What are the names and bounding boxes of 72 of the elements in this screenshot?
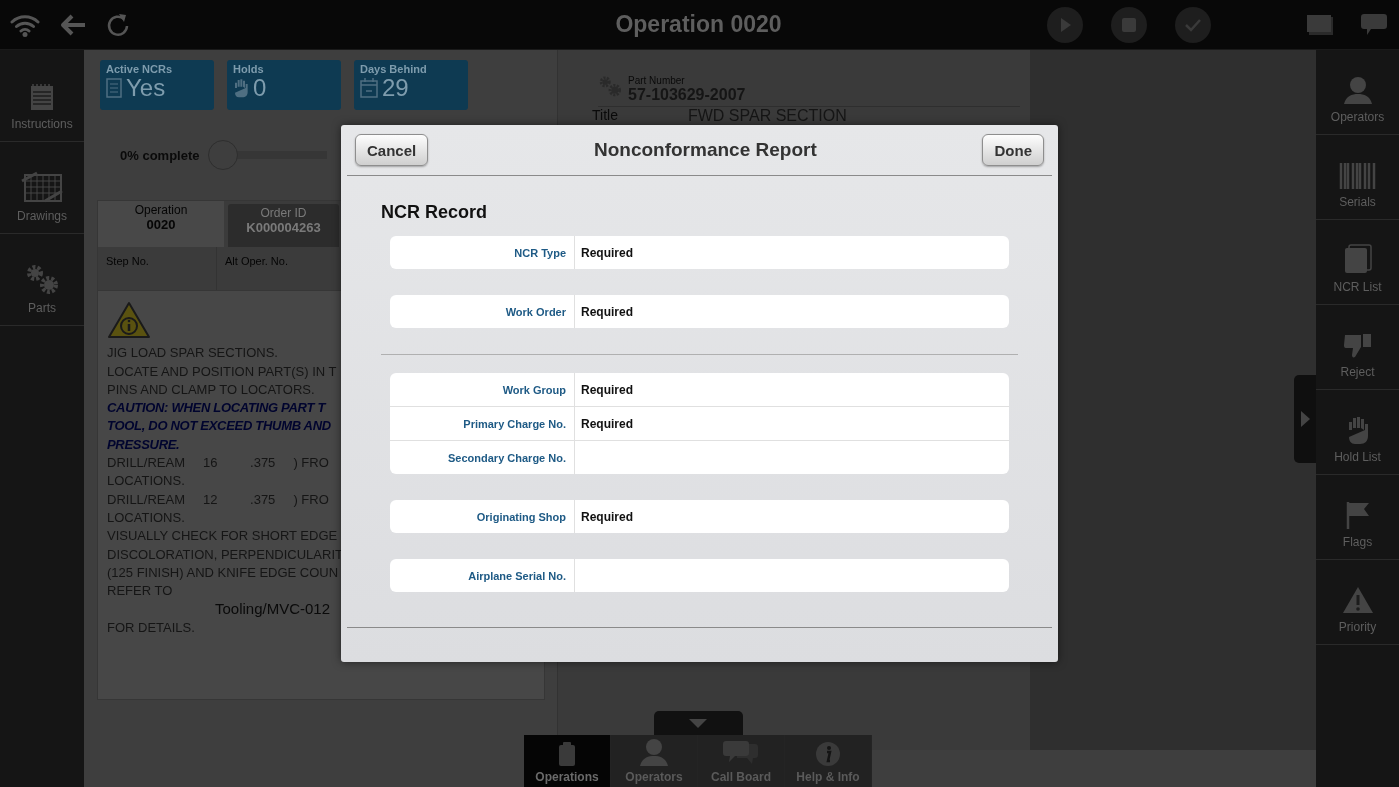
speech-bubbles-icon — [723, 740, 759, 766]
collapse-tab[interactable] — [653, 711, 743, 735]
field-value[interactable]: Required — [575, 407, 1009, 440]
stat-value: 29 — [382, 75, 409, 101]
back-arrow-icon[interactable] — [58, 12, 88, 37]
stat-label: Holds — [233, 63, 265, 75]
sidebar-item[interactable]: Operators — [1316, 50, 1399, 135]
barcode-icon — [1338, 163, 1377, 189]
section-heading: NCR Record — [381, 202, 488, 223]
notepad-icon — [30, 83, 54, 111]
field-label: Secondary Charge No. — [390, 441, 575, 474]
field-value[interactable]: Required — [575, 295, 1009, 328]
sidebar-item[interactable]: Serials — [1316, 135, 1399, 220]
wifi-icon — [10, 12, 40, 37]
reference-link[interactable]: Tooling/MVC-012 — [215, 600, 331, 619]
person-icon — [638, 738, 670, 766]
screen-title: Operation 0020 — [614, 11, 783, 38]
sidebar-item[interactable]: Flags — [1316, 475, 1399, 560]
field-label: Airplane Serial No. — [390, 559, 575, 592]
check-button[interactable] — [1175, 6, 1211, 43]
field-value[interactable]: Required — [575, 500, 1009, 533]
field-value[interactable]: Required — [575, 373, 1009, 406]
stat-label: Active NCRs — [106, 63, 174, 75]
refresh-icon[interactable] — [106, 11, 130, 38]
caret-icon — [689, 718, 707, 728]
clipboard-icon — [558, 742, 576, 766]
sidebar-item[interactable]: NCR List — [1316, 220, 1399, 305]
document-icon — [106, 78, 122, 98]
field-label: Work Group — [390, 373, 575, 406]
stacked-cards-icon — [1343, 244, 1372, 274]
field-value[interactable]: Required — [575, 236, 1009, 269]
hand-icon — [233, 77, 249, 99]
checkmark-icon — [1184, 17, 1202, 32]
info-tab[interactable]: Operation 0020 — [98, 201, 224, 247]
info-tab[interactable]: Order ID K000004263 — [228, 204, 339, 247]
flag-icon — [1344, 501, 1371, 529]
field-label: NCR Type — [390, 236, 575, 269]
grid-sheet-icon — [21, 171, 63, 203]
info-icon — [816, 742, 840, 766]
stat-label: Days Behind — [360, 63, 428, 75]
stat-value: 0 — [253, 75, 267, 101]
field-label: Work Order — [390, 295, 575, 328]
sidebar-item[interactable]: Priority — [1316, 560, 1399, 645]
toolbar-tab[interactable]: Operators — [611, 735, 698, 787]
caution-text: TOOL, DO NOT EXCEED THUMB AND — [107, 417, 331, 436]
caution-text: PRESSURE. — [107, 435, 180, 454]
speech-bubble-icon[interactable] — [1361, 13, 1387, 36]
stat-value: Yes — [126, 75, 166, 101]
calendar-icon — [360, 78, 378, 98]
toolbar-tab[interactable]: Help & Info — [785, 735, 872, 787]
field-label: Originating Shop — [390, 500, 575, 533]
dialog-title: Nonconformance Report — [593, 139, 817, 161]
caution-text: CAUTION: WHEN LOCATING PART T — [107, 399, 326, 418]
warning-icon — [1341, 586, 1374, 614]
toolbar-tab[interactable]: Operations — [524, 735, 611, 787]
play-button[interactable] — [1047, 6, 1083, 43]
person-icon — [1341, 76, 1374, 104]
gears-icon — [25, 263, 59, 295]
window-icon[interactable] — [1307, 14, 1333, 35]
info-warning-icon — [107, 301, 151, 339]
stop-icon — [1122, 17, 1136, 32]
sidebar-item[interactable]: Hold List — [1316, 390, 1399, 475]
sidebar-item[interactable]: Reject — [1316, 305, 1399, 390]
thumbs-down-icon — [1342, 331, 1373, 359]
play-icon — [1059, 17, 1071, 32]
stop-button[interactable] — [1111, 6, 1147, 43]
field-label: Primary Charge No. — [390, 407, 575, 440]
caret-icon — [1300, 411, 1310, 427]
cancel-button[interactable]: Cancel — [355, 134, 429, 166]
done-button[interactable]: Done — [982, 134, 1044, 166]
toolbar-tab[interactable]: Call Board — [698, 735, 785, 787]
expand-tab[interactable] — [1294, 375, 1316, 463]
